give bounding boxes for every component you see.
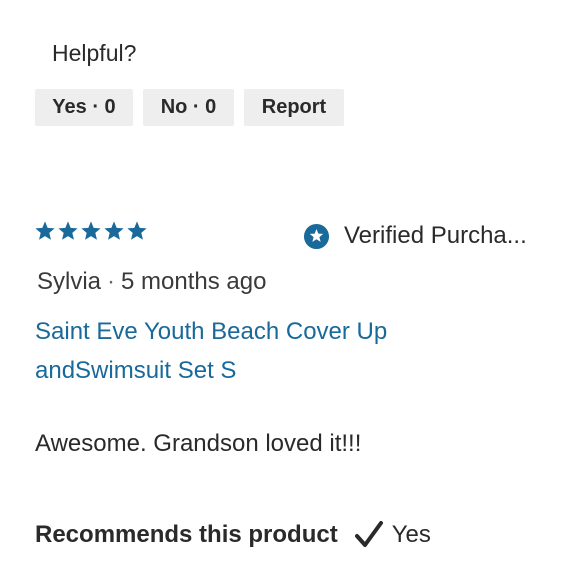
star-icon [58, 221, 78, 240]
byline-separator: · [107, 268, 116, 295]
checkmark-icon [354, 521, 383, 547]
helpful-vote-row: Yes · 0 No · 0 Report [35, 89, 344, 126]
star-rating [34, 220, 148, 242]
helpful-yes-button[interactable]: Yes · 0 [35, 89, 133, 126]
star-icon [104, 221, 124, 240]
review-byline: Sylvia · 5 months ago [37, 267, 266, 297]
product-link[interactable]: Saint Eve Youth Beach Cover Up andSwimsu… [35, 312, 455, 390]
review-body: Awesome. Grandson loved it!!! [35, 430, 362, 457]
recommends-value: Yes [391, 521, 431, 548]
star-icon [127, 221, 147, 240]
star-icon [35, 221, 55, 240]
verified-purchase-label: Verified Purcha... [344, 222, 527, 249]
helpful-no-button[interactable]: No · 0 [143, 89, 234, 126]
review-date: 5 months ago [121, 268, 267, 295]
recommends-label: Recommends this product [35, 521, 338, 548]
review-page: Helpful? Yes · 0 No · 0 Report Verified … [0, 0, 580, 580]
report-button[interactable]: Report [244, 89, 344, 126]
verified-purchase-badge: Verified Purcha... [303, 221, 527, 251]
recommends-row: Recommends this product Yes [35, 519, 431, 551]
helpful-label: Helpful? [52, 40, 137, 66]
star-icon [81, 221, 101, 240]
star-badge-icon [303, 223, 330, 249]
review-author: Sylvia [37, 268, 102, 295]
